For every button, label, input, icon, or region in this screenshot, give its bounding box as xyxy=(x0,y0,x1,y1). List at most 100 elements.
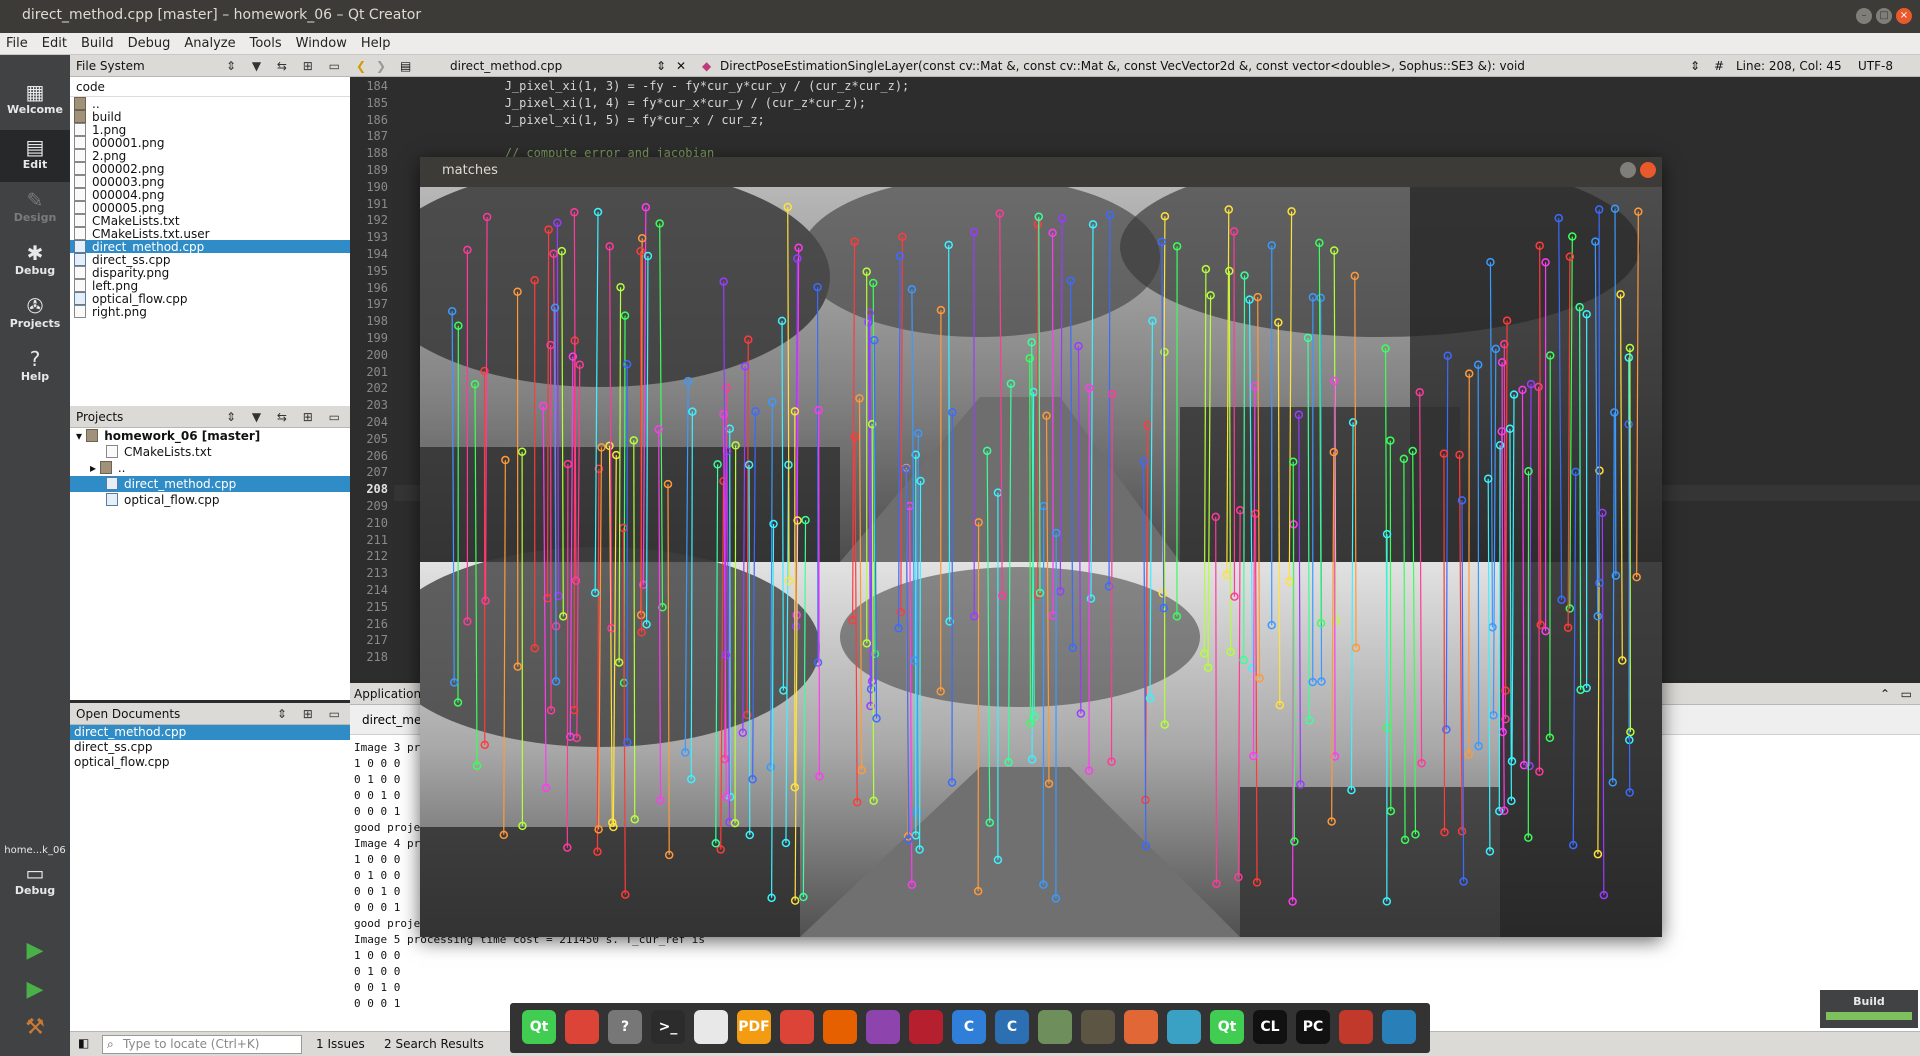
open-document-item[interactable]: direct_method.cpp xyxy=(70,725,350,740)
mendeley-icon[interactable] xyxy=(909,1010,943,1044)
kit-selector[interactable]: home...k_06 ▭ Debug xyxy=(0,845,70,923)
filesystem-item[interactable]: direct_method.cpp xyxy=(70,240,350,254)
filesystem-item[interactable]: build xyxy=(70,110,350,124)
build-hammer-button[interactable]: ⚒ xyxy=(22,1015,48,1041)
open-document-item[interactable]: direct_ss.cpp xyxy=(70,740,350,755)
project-root[interactable]: ▾ homework_06 [master] xyxy=(70,428,350,444)
mode-projects[interactable]: ✇ Projects xyxy=(0,289,70,341)
maximize-pane-icon[interactable]: ⌃ xyxy=(1880,683,1890,705)
filesystem-item[interactable]: right.png xyxy=(70,305,350,319)
editor-file-combo[interactable]: direct_method.cpp xyxy=(450,55,562,77)
build-progress[interactable]: Build xyxy=(1820,990,1918,1028)
filesystem-item[interactable]: 2.png xyxy=(70,149,350,163)
firefox-icon[interactable] xyxy=(823,1010,857,1044)
matches-window[interactable]: matches xyxy=(420,157,1662,937)
menu-tools[interactable]: Tools xyxy=(250,36,282,51)
pdf-icon[interactable]: PDF xyxy=(737,1010,771,1044)
menu-window[interactable]: Window xyxy=(296,36,347,51)
mode-design[interactable]: ✎ Design xyxy=(0,183,70,235)
close-document-icon[interactable]: ✕ xyxy=(676,55,686,77)
filesystem-item[interactable]: left.png xyxy=(70,279,350,293)
back-arrow-icon[interactable]: ❮ xyxy=(356,55,366,77)
matches-minimize-button[interactable] xyxy=(1620,162,1636,178)
matches-close-button[interactable] xyxy=(1640,162,1656,178)
encoding-label[interactable]: UTF-8 xyxy=(1858,55,1893,77)
filesystem-item[interactable]: CMakeLists.txt.user xyxy=(70,227,350,241)
close-pane-icon[interactable]: ▭ xyxy=(1901,683,1912,705)
filesystem-item[interactable]: 1.png xyxy=(70,123,350,137)
virtualbox-icon[interactable] xyxy=(1382,1010,1416,1044)
terminal-icon[interactable]: >_ xyxy=(651,1010,685,1044)
books-app-icon[interactable] xyxy=(1339,1010,1373,1044)
filesystem-item[interactable]: CMakeLists.txt xyxy=(70,214,350,228)
open-documents-title[interactable]: Open Documents xyxy=(76,707,180,721)
maximize-button[interactable]: □ xyxy=(1876,8,1892,24)
filesystem-item[interactable]: 000005.png xyxy=(70,201,350,215)
filesystem-root[interactable]: code xyxy=(70,77,350,97)
expand-arrow-icon[interactable]: ▾ xyxy=(76,429,86,443)
filesystem-item[interactable]: optical_flow.cpp xyxy=(70,292,350,306)
window-controls: – □ × xyxy=(1856,8,1912,24)
output-pane-title[interactable]: Application xyxy=(354,687,421,701)
network-app-icon[interactable] xyxy=(1167,1010,1201,1044)
project-item[interactable]: direct_method.cpp xyxy=(70,476,350,492)
locator-input[interactable]: ⌕ Type to locate (Ctrl+K) xyxy=(102,1035,302,1054)
search-results-pane-button[interactable]: 2 Search Results xyxy=(384,1037,484,1051)
pycharm-icon[interactable]: PC xyxy=(1296,1010,1330,1044)
debug-run-button[interactable]: ▶ xyxy=(22,977,48,1003)
project-item[interactable]: optical_flow.cpp xyxy=(70,492,350,508)
menu-analyze[interactable]: Analyze xyxy=(184,36,235,51)
toggle-sidebar-icon[interactable]: ◧ xyxy=(78,1036,89,1050)
line-number: 212 xyxy=(366,549,388,564)
filesystem-item[interactable]: 000004.png xyxy=(70,188,350,202)
clion-c-icon[interactable]: C xyxy=(952,1010,986,1044)
mode-edit[interactable]: ▤ Edit xyxy=(0,130,70,182)
minimize-button[interactable]: – xyxy=(1856,8,1872,24)
projects-title[interactable]: Projects xyxy=(76,410,123,424)
combo-arrows-icon[interactable]: ⇕ xyxy=(656,55,666,77)
filesystem-item[interactable]: 000001.png xyxy=(70,136,350,150)
menu-build[interactable]: Build xyxy=(81,36,114,51)
symbol-combo[interactable]: DirectPoseEstimationSingleLayer(const cv… xyxy=(720,55,1730,77)
issues-pane-button[interactable]: 1 Issues xyxy=(316,1037,365,1051)
menu-edit[interactable]: Edit xyxy=(42,36,67,51)
panel-tools[interactable]: ⇕ ▼ ⇆ ⊞ ▭ xyxy=(226,55,346,77)
text-editor-icon[interactable] xyxy=(694,1010,728,1044)
filesystem-item[interactable]: 000003.png xyxy=(70,175,350,189)
menu-debug[interactable]: Debug xyxy=(128,36,171,51)
clion-icon[interactable]: CL xyxy=(1253,1010,1287,1044)
filesystem-item[interactable]: direct_ss.cpp xyxy=(70,253,350,267)
run-button[interactable]: ▶ xyxy=(22,938,48,964)
expand-arrow-icon[interactable]: ▸ xyxy=(90,461,100,475)
filesystem-title[interactable]: File System xyxy=(76,59,145,73)
eye-app-icon[interactable] xyxy=(1038,1010,1072,1044)
mode-debug[interactable]: ✱ Debug xyxy=(0,236,70,288)
gimp-icon[interactable] xyxy=(1081,1010,1115,1044)
output-line: 1 0 0 0 xyxy=(354,949,401,962)
close-button[interactable]: × xyxy=(1896,8,1912,24)
c-app-icon[interactable]: C xyxy=(995,1010,1029,1044)
filesystem-item[interactable]: .. xyxy=(70,97,350,111)
unknown-app-icon[interactable]: ? xyxy=(608,1010,642,1044)
forward-arrow-icon[interactable]: ❯ xyxy=(376,55,386,77)
combo-arrows-icon[interactable]: ⇕ xyxy=(1690,55,1700,77)
panel-tools[interactable]: ⇕ ▼ ⇆ ⊞ ▭ xyxy=(226,406,346,428)
chrome-icon[interactable] xyxy=(565,1010,599,1044)
menu-help[interactable]: Help xyxy=(361,36,391,51)
qt-icon-2[interactable]: Qt xyxy=(1210,1010,1244,1044)
matlab-icon[interactable] xyxy=(1124,1010,1158,1044)
filesystem-item[interactable]: disparity.png xyxy=(70,266,350,280)
filesystem-item[interactable]: 000002.png xyxy=(70,162,350,176)
project-item[interactable]: ▸ .. xyxy=(70,460,350,476)
line-number: 189 xyxy=(366,163,388,177)
chrome-icon-2[interactable] xyxy=(780,1010,814,1044)
project-item[interactable]: CMakeLists.txt xyxy=(70,444,350,460)
mode-help[interactable]: ? Help xyxy=(0,342,70,394)
panel-tools[interactable]: ⇕ ⊞ ▭ xyxy=(277,703,346,725)
open-document-item[interactable]: optical_flow.cpp xyxy=(70,755,350,770)
video-icon[interactable] xyxy=(866,1010,900,1044)
menu-file[interactable]: File xyxy=(6,36,28,51)
mode-welcome[interactable]: ▦ Welcome xyxy=(0,75,70,127)
cursor-position[interactable]: Line: 208, Col: 45 xyxy=(1736,55,1842,77)
qt-icon[interactable]: Qt xyxy=(522,1010,556,1044)
